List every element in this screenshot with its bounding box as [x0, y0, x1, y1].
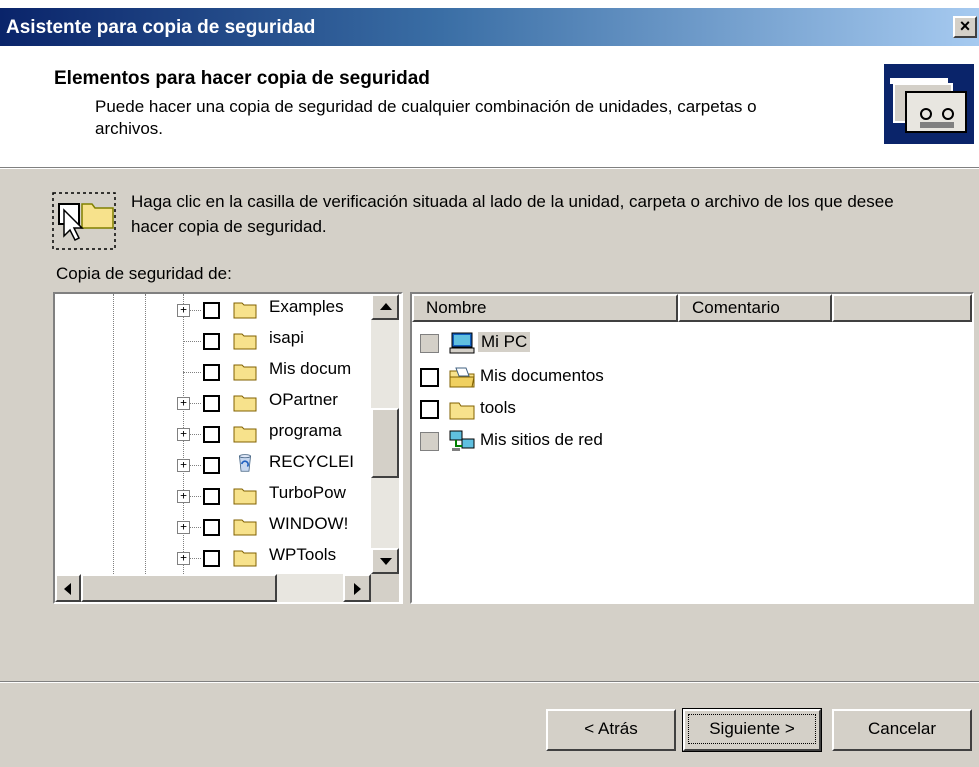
list-item[interactable]: Mis documentos — [420, 363, 820, 391]
folder-icon — [233, 333, 257, 350]
folder-icon — [233, 519, 257, 536]
list-item-label: Mis documentos — [480, 366, 604, 385]
column-header-comment[interactable]: Comentario — [678, 294, 832, 322]
tree-item[interactable]: + RECYCLEI — [55, 449, 385, 481]
list-item-checkbox[interactable] — [420, 432, 439, 451]
tree-item-label: OPartner — [269, 390, 338, 409]
my-documents-icon — [449, 367, 475, 388]
network-places-icon — [449, 430, 475, 451]
tree-item-label: isapi — [269, 328, 304, 347]
list-item[interactable]: Mi PC — [420, 329, 820, 357]
tree-connector — [183, 341, 201, 342]
folder-icon — [233, 550, 257, 567]
tree-item[interactable]: + programa — [55, 418, 385, 450]
left-arrow-icon — [64, 583, 71, 595]
next-button-label: Siguiente > — [688, 714, 816, 744]
tree-item-checkbox[interactable] — [203, 457, 220, 474]
cancel-button[interactable]: Cancelar — [832, 709, 972, 751]
horizontal-scroll-thumb[interactable] — [81, 574, 277, 602]
column-header-name[interactable]: Nombre — [412, 294, 678, 322]
tree-connector — [189, 434, 201, 435]
tree-connector — [189, 465, 201, 466]
tree-item[interactable]: + TurboPow — [55, 480, 385, 512]
list-item-label: Mis sitios de red — [480, 430, 603, 449]
folder-tree[interactable]: + Examples isapi Mis docum + OPartner + — [53, 292, 403, 604]
folder-icon — [233, 426, 257, 443]
page-description: Puede hacer una copia de seguridad de cu… — [95, 97, 757, 138]
backup-wizard-icon — [884, 64, 974, 144]
footer-separator — [0, 681, 979, 683]
list-item[interactable]: tools — [420, 395, 820, 423]
scroll-right-button[interactable] — [343, 574, 371, 602]
tree-item-label: WPTools — [269, 545, 337, 564]
list-item-checkbox[interactable] — [420, 334, 439, 353]
list-item-label: tools — [480, 398, 516, 417]
scroll-up-button[interactable] — [371, 294, 399, 320]
checkbox-folder-cursor-icon — [52, 192, 116, 250]
tree-item[interactable]: Mis docum — [55, 356, 385, 388]
recycle-bin-icon — [239, 454, 251, 472]
folder-icon — [233, 395, 257, 412]
next-button[interactable]: Siguiente > — [682, 708, 822, 752]
list-item-checkbox[interactable] — [420, 400, 439, 419]
backup-wizard-window: Asistente para copia de seguridad × Elem… — [0, 8, 979, 767]
tree-item[interactable]: isapi — [55, 325, 385, 357]
tree-item-label: Examples — [269, 297, 344, 316]
scroll-left-button[interactable] — [55, 574, 81, 602]
tree-item-checkbox[interactable] — [203, 550, 220, 567]
tree-item-checkbox[interactable] — [203, 519, 220, 536]
tree-item-label: RECYCLEI — [269, 452, 355, 471]
page-title: Elementos para hacer copia de seguridad — [54, 68, 430, 89]
tree-item-checkbox[interactable] — [203, 302, 220, 319]
file-list[interactable]: Nombre Comentario Mi PC Mis documentos t… — [410, 292, 974, 604]
tree-horizontal-scrollbar[interactable] — [55, 574, 371, 602]
scroll-down-button[interactable] — [371, 548, 399, 574]
computer-icon — [449, 332, 475, 354]
tree-connector — [189, 403, 201, 404]
list-item-checkbox[interactable] — [420, 368, 439, 387]
column-header-extra[interactable] — [832, 294, 972, 322]
instructions-text: Haga clic en la casilla de verificación … — [131, 192, 894, 236]
folder-icon — [233, 302, 257, 319]
back-button[interactable]: < Atrás — [546, 709, 676, 751]
folder-icon — [449, 402, 475, 420]
window-title: Asistente para copia de seguridad — [6, 17, 316, 38]
tree-item-checkbox[interactable] — [203, 395, 220, 412]
tree-connector — [189, 496, 201, 497]
tree-item[interactable]: + WINDOW! — [55, 511, 385, 543]
folder-icon — [233, 488, 257, 505]
tree-item-label: WINDOW! — [269, 514, 349, 533]
tree-item-label: programa — [269, 421, 342, 440]
tree-item-label: Mis docum — [269, 359, 352, 378]
title-bar[interactable]: Asistente para copia de seguridad × — [0, 8, 979, 46]
tree-connector — [183, 372, 201, 373]
close-button[interactable]: × — [953, 16, 977, 38]
list-item[interactable]: Mis sitios de red — [420, 427, 820, 455]
tree-item-checkbox[interactable] — [203, 364, 220, 381]
tree-item-checkbox[interactable] — [203, 333, 220, 350]
up-arrow-icon — [380, 303, 392, 310]
backup-from-label: Copia de seguridad de: — [56, 264, 232, 283]
right-arrow-icon — [354, 583, 361, 595]
folder-icon — [233, 364, 257, 381]
wizard-header: Elementos para hacer copia de seguridad … — [0, 46, 979, 168]
tree-item[interactable]: + Examples — [55, 294, 385, 326]
tree-vertical-scrollbar[interactable] — [371, 294, 399, 574]
scrollbar-corner — [371, 574, 399, 602]
list-item-label: Mi PC — [478, 332, 531, 352]
tree-item-checkbox[interactable] — [203, 488, 220, 505]
tree-item-label: TurboPow — [269, 483, 346, 502]
tree-item-checkbox[interactable] — [203, 426, 220, 443]
tree-connector — [189, 558, 201, 559]
vertical-scroll-thumb[interactable] — [371, 408, 399, 478]
tree-item[interactable]: + WPTools — [55, 542, 385, 574]
tree-connector — [189, 527, 201, 528]
tree-item[interactable]: + OPartner — [55, 387, 385, 419]
down-arrow-icon — [380, 558, 392, 565]
tree-connector — [189, 310, 201, 311]
